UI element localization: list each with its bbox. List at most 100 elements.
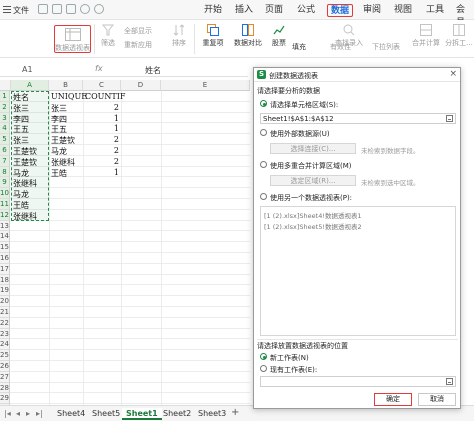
last-sheet-icon[interactable]: ▸| [36, 409, 43, 418]
external-source-radio[interactable] [260, 129, 267, 136]
table-cell[interactable]: 张三 [51, 103, 83, 114]
multi-range-radio[interactable] [260, 161, 267, 168]
tab-view[interactable]: 视图 [391, 4, 415, 17]
stock-button[interactable]: 股票 [268, 24, 290, 48]
close-icon[interactable]: × [449, 69, 457, 79]
row-header[interactable]: 16 [0, 253, 10, 264]
name-box[interactable]: A1 [22, 65, 68, 74]
row-header[interactable]: 25 [0, 350, 10, 361]
sheet-tab-sheet4[interactable]: Sheet4 [53, 408, 89, 420]
show-all-button[interactable]: 全部显示 [124, 26, 168, 36]
table-cell[interactable]: 张三 [13, 103, 49, 114]
row-header[interactable]: 18 [0, 274, 10, 286]
range-radio[interactable] [260, 100, 267, 107]
sheet-tab-sheet5[interactable]: Sheet5 [88, 408, 124, 420]
reapply-button[interactable]: 重新应用 [124, 40, 168, 50]
table-cell[interactable]: 张继科 [51, 157, 83, 168]
range-picker-icon[interactable] [446, 115, 453, 122]
row-header[interactable]: 2 [0, 101, 10, 113]
tab-formula[interactable]: 公式 [294, 4, 318, 17]
row-header[interactable]: 10 [0, 188, 10, 199]
menu-icon[interactable] [3, 6, 11, 13]
table-cell[interactable]: 1 [85, 124, 119, 135]
table-cell[interactable]: 1 [85, 168, 119, 179]
table-cell[interactable]: 马龙 [13, 168, 49, 179]
table-cell[interactable]: 马龙 [13, 189, 49, 200]
row-header[interactable]: 7 [0, 155, 10, 167]
new-sheet-label[interactable]: 新工作表(N) [270, 353, 309, 363]
add-sheet-button[interactable]: + [231, 407, 239, 418]
row-header[interactable]: 1 [0, 91, 10, 102]
compare-button[interactable]: 数据对比 [230, 24, 266, 48]
table-cell[interactable]: 马龙 [51, 146, 83, 157]
tab-tools[interactable]: 工具 [423, 4, 447, 17]
table-cell[interactable]: 张继科 [13, 178, 49, 189]
tab-data[interactable]: 数据 [327, 4, 354, 17]
filter-button[interactable]: 筛选 [97, 24, 119, 48]
table-cell[interactable]: 2 [85, 103, 119, 114]
row-header[interactable]: 29 [0, 393, 10, 405]
existing-sheet-radio[interactable] [260, 365, 267, 372]
formula-input[interactable]: 姓名 [145, 65, 161, 76]
tab-page[interactable]: 页面 [262, 4, 286, 17]
dialog-title-bar[interactable]: S 创建数据透视表 × [254, 68, 460, 82]
consolidate-button[interactable]: 合并计算 [410, 24, 442, 48]
table-cell[interactable]: 王楚钦 [13, 157, 49, 168]
table-cell[interactable]: COUNTIF [85, 92, 125, 103]
row-header[interactable]: 14 [0, 231, 10, 243]
row-header[interactable]: 15 [0, 242, 10, 253]
dropdown-list-button[interactable]: 下拉列表 [372, 42, 408, 52]
table-cell[interactable]: 王五 [51, 124, 83, 135]
other-pivot-label[interactable]: 使用另一个数据透视表(P): [270, 193, 352, 203]
cancel-button[interactable]: 取消 [418, 393, 456, 406]
row-header[interactable]: 24 [0, 339, 10, 351]
row-header[interactable]: 6 [0, 145, 10, 156]
list-item[interactable]: [1 (2).xlsx]Sheet4!数据透视表1 [264, 210, 362, 220]
table-cell[interactable]: 姓名 [13, 92, 49, 103]
row-header[interactable]: 19 [0, 285, 10, 297]
table-cell[interactable]: 王皓 [13, 200, 49, 211]
table-cell[interactable]: 张三 [13, 135, 49, 146]
range-radio-label[interactable]: 请选择单元格区域(S): [270, 100, 338, 110]
validity-button[interactable]: 有效性 [330, 42, 370, 52]
table-cell[interactable]: 1 [85, 114, 119, 125]
spreadsheet-grid[interactable]: A B C D E 1 2 3 4 5 6 7 8 9 10 11 12 13 14 15 16 17 18 19 2… [0, 80, 250, 405]
column-header-b[interactable]: B [49, 80, 83, 91]
row-header[interactable]: 28 [0, 382, 10, 394]
sheet-tab-sheet2[interactable]: Sheet2 [159, 408, 195, 420]
select-all-corner[interactable] [0, 80, 11, 91]
preview-icon[interactable] [66, 4, 76, 14]
row-header[interactable]: 8 [0, 166, 10, 178]
sheet-tab-sheet3[interactable]: Sheet3 [194, 408, 230, 420]
table-cell[interactable]: UNIQUE [51, 92, 87, 103]
range-input[interactable]: Sheet1!$A$1:$A$12 [260, 113, 456, 124]
row-header[interactable]: 5 [0, 134, 10, 145]
row-header[interactable]: 12 [0, 209, 10, 221]
list-item[interactable]: [1 (2).xlsx]Sheet5!数据透视表2 [264, 221, 362, 231]
row-header[interactable]: 17 [0, 263, 10, 275]
tab-member[interactable]: 会员 [453, 4, 474, 28]
location-picker-icon[interactable] [446, 378, 453, 385]
row-header[interactable]: 23 [0, 328, 10, 340]
table-cell[interactable]: 王五 [13, 124, 49, 135]
row-header[interactable]: 11 [0, 199, 10, 210]
table-cell[interactable]: 李四 [13, 114, 49, 125]
table-cell[interactable]: 王皓 [51, 168, 83, 179]
table-cell[interactable]: 王楚钦 [51, 135, 83, 146]
row-header[interactable]: 20 [0, 296, 10, 307]
existing-sheet-input[interactable] [260, 376, 456, 387]
row-header[interactable]: 3 [0, 112, 10, 124]
fill-button[interactable]: 填充 [292, 42, 322, 52]
first-sheet-icon[interactable]: |◂ [4, 409, 11, 418]
row-header[interactable]: 26 [0, 361, 10, 372]
prev-sheet-icon[interactable]: ◂ [16, 409, 20, 418]
tab-review[interactable]: 审阅 [360, 4, 384, 17]
row-header[interactable]: 22 [0, 317, 10, 329]
row-header[interactable]: 4 [0, 123, 10, 135]
table-cell[interactable]: 王楚钦 [13, 146, 49, 157]
ok-button[interactable]: 确定 [374, 393, 412, 406]
existing-sheet-label[interactable]: 现有工作表(E): [270, 365, 317, 375]
table-cell[interactable]: 2 [85, 146, 119, 157]
tab-home[interactable]: 开始 [201, 4, 225, 17]
choose-connection-button[interactable]: 选择连接(C)... [270, 143, 356, 154]
